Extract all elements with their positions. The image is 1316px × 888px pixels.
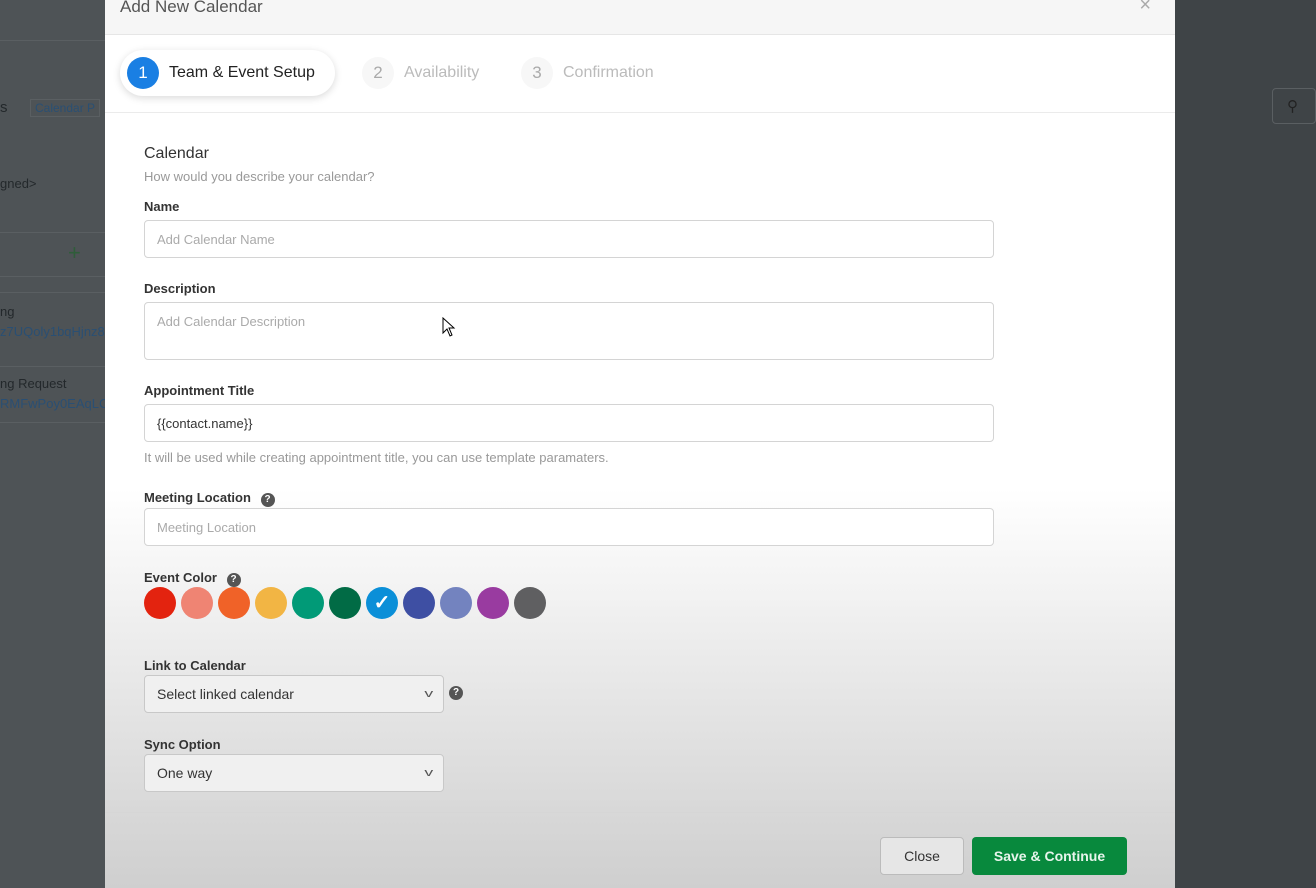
color-swatch[interactable] (514, 587, 546, 619)
stepper: 1 Team & Event Setup 2 Availability 3 Co… (105, 35, 1175, 113)
color-swatch[interactable] (292, 587, 324, 619)
event-color-label-text: Event Color (144, 570, 217, 585)
appointment-title-input[interactable]: {{contact.name}} (144, 404, 994, 442)
mouse-cursor-icon (442, 317, 456, 337)
bg-row-title: ng (0, 304, 15, 319)
step-confirmation[interactable]: 3 Confirmation (514, 50, 674, 96)
color-swatch[interactable] (255, 587, 287, 619)
step-availability[interactable]: 2 Availability (355, 50, 499, 96)
close-button[interactable]: Close (880, 837, 964, 875)
close-icon[interactable]: × (1139, 0, 1151, 17)
link-calendar-label: Link to Calendar (144, 658, 246, 673)
footer-divider (105, 812, 1175, 813)
modal-title: Add New Calendar (120, 0, 263, 16)
link-calendar-value: Select linked calendar (157, 686, 294, 702)
description-textarea[interactable]: Add Calendar Description (144, 302, 994, 360)
link-calendar-select[interactable]: Select linked calendar v (144, 675, 444, 713)
bg-calendar-link: Calendar P (30, 99, 101, 117)
help-icon[interactable]: ? (449, 686, 463, 700)
step-label: Availability (404, 64, 480, 81)
bg-row-id: RMFwPoy0EAqLC (0, 396, 109, 411)
meeting-location-input[interactable]: Meeting Location (144, 508, 994, 546)
step-label: Team & Event Setup (169, 64, 315, 81)
check-icon: ✓ (373, 592, 391, 614)
sync-option-label: Sync Option (144, 737, 221, 752)
background-right-panel (1175, 0, 1316, 888)
step-number: 1 (127, 57, 159, 89)
name-label: Name (144, 199, 180, 214)
appointment-title-label: Appointment Title (144, 383, 255, 398)
color-swatch[interactable] (440, 587, 472, 619)
name-input[interactable]: Add Calendar Name (144, 220, 994, 258)
help-icon[interactable]: ? (226, 573, 241, 587)
step-number: 2 (362, 57, 394, 89)
bg-tab: s (0, 99, 8, 116)
color-swatch[interactable]: ✓ (366, 587, 398, 619)
meeting-location-label: Meeting Location ? (144, 490, 275, 507)
modal-header: Add New Calendar × (105, 0, 1175, 35)
chevron-down-icon: v (423, 688, 433, 700)
color-swatch[interactable] (218, 587, 250, 619)
bg-assigned: gned> (0, 176, 37, 191)
color-swatch[interactable] (477, 587, 509, 619)
step-label: Confirmation (563, 64, 654, 81)
description-label: Description (144, 281, 216, 296)
step-number: 3 (521, 57, 553, 89)
color-swatch[interactable] (403, 587, 435, 619)
chevron-down-icon: v (423, 767, 433, 779)
appointment-title-hint: It will be used while creating appointme… (144, 450, 609, 465)
save-continue-button[interactable]: Save & Continue (972, 837, 1127, 875)
color-swatch[interactable] (329, 587, 361, 619)
bg-add-icon: + (68, 240, 81, 265)
bg-row-title: ng Request (0, 376, 67, 391)
sync-option-value: One way (157, 765, 213, 781)
section-subtitle: How would you describe your calendar? (144, 169, 375, 184)
section-title: Calendar (144, 145, 209, 162)
search-icon[interactable]: ⚲ (1272, 88, 1316, 124)
meeting-location-label-text: Meeting Location (144, 490, 251, 505)
step-team-event-setup[interactable]: 1 Team & Event Setup (120, 50, 335, 96)
color-swatch[interactable] (144, 587, 176, 619)
add-calendar-modal: Add New Calendar × 1 Team & Event Setup … (105, 0, 1175, 888)
sync-option-select[interactable]: One way v (144, 754, 444, 792)
color-swatch[interactable] (181, 587, 213, 619)
bg-row-id: z7UQoly1bqHjnz8 (0, 324, 105, 339)
help-icon[interactable]: ? (260, 493, 275, 507)
event-color-label: Event Color ? (144, 570, 241, 587)
